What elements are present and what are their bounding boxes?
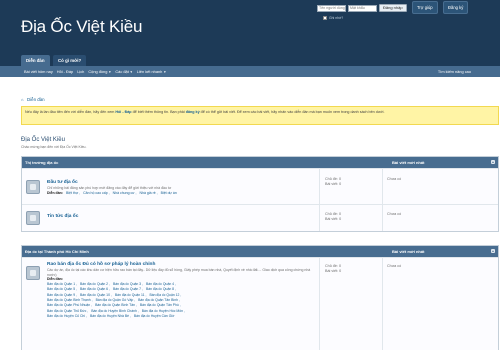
subnav-community[interactable]: Cộng đồng▼ <box>88 66 111 78</box>
site-logo[interactable]: Địa Ốc Việt Kiều <box>21 17 142 37</box>
category-header: Thị trường địa ốc Bài viết mới nhất ▲ <box>22 157 498 168</box>
chevron-down-icon: ▼ <box>163 70 167 74</box>
forum-row: Tin tức địa ốc Chủ đề: 0 Bài viết: 0 Chư… <box>22 204 498 231</box>
forum-row: Đầu tư địa ốc Chỉ những bài đăng sản phù… <box>22 168 498 204</box>
breadcrumb: ⌂ Diễn đàn <box>21 97 45 102</box>
subnav-settings[interactable]: Các đặt▼ <box>115 66 132 78</box>
subforum-link[interactable]: Bán địa ốc Huyện Hóc Môn , <box>142 309 185 313</box>
login-button[interactable]: Đăng nhập <box>379 4 407 12</box>
sub-navigation: Bài viết hôm nay Hỏi - Đáp Lịch Cộng đồn… <box>0 66 500 77</box>
forum-stats: Chủ đề: 0 Bài viết: 0 <box>325 264 342 273</box>
password-field[interactable]: Mật khẩu <box>348 4 377 12</box>
category-block: Địa ốc tại Thành phố Hồ Chí Minh Bài viế… <box>21 245 499 350</box>
chevron-down-icon: ▼ <box>108 70 112 74</box>
subforum-link[interactable]: Bán địa ốc Quận 9 , <box>47 293 77 297</box>
collapse-icon[interactable]: ▲ <box>491 249 495 253</box>
register-link[interactable]: đăng ký <box>186 110 200 114</box>
category-header: Địa ốc tại Thành phố Hồ Chí Minh Bài viế… <box>22 246 498 257</box>
subforum-link[interactable]: Bán địa ốc Quận Thủ Đức , <box>47 309 88 313</box>
register-button[interactable]: Đăng ký <box>443 1 469 14</box>
subnav-todays-posts[interactable]: Bài viết hôm nay <box>24 66 53 78</box>
subforum-link[interactable]: Bán địa ốc Quận 7 , <box>113 287 143 291</box>
breadcrumb-forums[interactable]: Diễn đàn <box>27 97 45 102</box>
username-field[interactable]: Tên người dùng <box>317 4 346 12</box>
forum-home-title[interactable]: Địa Ốc Việt Kiều <box>21 137 65 143</box>
subforum-link[interactable]: Bán địa ốc Quận Bình Thạnh , <box>47 298 93 302</box>
help-button[interactable]: Trợ giúp <box>412 1 438 14</box>
collapse-icon[interactable]: ▲ <box>491 160 495 164</box>
home-icon[interactable]: ⌂ <box>21 97 25 102</box>
subforum-link[interactable]: Biệt thự , <box>66 191 80 195</box>
category-title[interactable]: Địa ốc tại Thành phố Hồ Chí Minh <box>25 249 89 254</box>
lastpost-header: Bài viết mới nhất <box>392 249 425 254</box>
subforum-link[interactable]: Bán địa ốc Quận 2 , <box>80 282 110 286</box>
subforum-link[interactable]: Nhà giá rẻ , <box>140 191 158 195</box>
subforum-list: Diễn đàn: Biệt thự , Căn hộ cao cấp , Nh… <box>47 190 177 195</box>
lastpost-header: Bài viết mới nhất <box>392 160 425 165</box>
welcome-notice: Nếu đây là lần đầu tiên đến với diễn đàn… <box>21 106 499 125</box>
subforum-link[interactable]: Bán địa ốc Huyện Củ Chi , <box>47 314 87 318</box>
subforum-link[interactable]: Bán địa ốc Quận Tân Bình , <box>138 298 180 302</box>
subforum-link[interactable]: Bán địa ốc Quận 10 , <box>80 293 112 297</box>
forum-description: Các dự án, địa ốc tại các khu dân cư hiệ… <box>47 268 311 277</box>
forum-home-subtitle: Chào mừng bạn đến với Địa Ốc Việt Kiều. <box>21 145 87 149</box>
subforum-link[interactable]: Bán địa ốc Huyện Cần Giờ <box>134 314 174 318</box>
subforum-link[interactable]: Nhà chung cư , <box>113 191 137 195</box>
forum-status-icon <box>26 266 40 280</box>
forum-row: Rao bán địa ốc Đủ có hồ sơ pháp lý hoàn … <box>22 257 498 350</box>
subforum-link[interactable]: Bán địa ốc Quận 3 , <box>113 282 143 286</box>
subforum-link[interactable]: Bán địa ốc Quận Tân Phú , <box>140 303 181 307</box>
subforum-link[interactable]: Bán địa ốc Quận 5 , <box>47 287 77 291</box>
chevron-down-icon: ▼ <box>129 70 133 74</box>
subforum-link[interactable]: Bán địa ốc Quận 4 , <box>146 282 176 286</box>
advanced-search-link[interactable]: Tìm kiếm nâng cao <box>438 66 471 77</box>
subforum-link[interactable]: Bán địa ốc Quận 11 , <box>115 293 147 297</box>
subforum-link[interactable]: Bán địa ốc Quận 1 , <box>47 282 77 286</box>
subforum-link[interactable]: Bán địa ốc Quận 8 , <box>146 287 176 291</box>
login-bar: Tên người dùng Mật khẩu Đăng nhập <box>317 3 407 13</box>
category-title[interactable]: Thị trường địa ốc <box>25 160 58 165</box>
forum-title[interactable]: Tin tức địa ốc <box>47 214 347 220</box>
tab-forums[interactable]: Diễn đàn <box>21 55 50 66</box>
subforum-list: Bán địa ốc Quận 1 , Bán địa ốc Quận 2 , Bá… <box>47 282 315 320</box>
forum-lastpost: Chưa có <box>387 212 402 216</box>
tab-whats-new[interactable]: Có gì mới? <box>53 55 87 66</box>
subnav-quick-links[interactable]: Liên kết nhanh▼ <box>137 66 167 78</box>
forum-stats: Chủ đề: 0 Bài viết: 0 <box>325 177 342 186</box>
category-block: Thị trường địa ốc Bài viết mới nhất ▲ Đầ… <box>21 156 499 232</box>
subforum-link[interactable]: Bán địa ốc Quận 6 , <box>80 287 110 291</box>
subnav-calendar[interactable]: Lịch <box>77 66 84 78</box>
forum-lastpost: Chưa có <box>387 177 402 181</box>
subforum-link[interactable]: Căn hộ cao cấp , <box>83 191 109 195</box>
site-header: Địa Ốc Việt Kiều Tên người dùng Mật khẩu… <box>0 0 500 53</box>
forum-stats: Chủ đề: 0 Bài viết: 0 <box>325 212 342 221</box>
subforum-link[interactable]: Bán địa ốc Huyện Nhà Bè , <box>90 314 131 318</box>
forum-status-icon <box>26 211 40 225</box>
forum-lastpost: Chưa có <box>387 264 402 268</box>
nav-tabs: Diễn đàn Có gì mới? <box>0 53 500 118</box>
forum-status-icon <box>26 180 40 194</box>
remember-label: Ghi nhớ? <box>329 16 344 20</box>
subforum-link[interactable]: Bán địa ốc Quận 12 , <box>149 293 181 297</box>
subforum-link[interactable]: Bán địa ốc Quận Phú Nhuận , <box>47 303 92 307</box>
subforum-link[interactable]: Bán địa ốc Quận Bình Tân , <box>95 303 137 307</box>
faq-link[interactable]: Hỏi - Đáp <box>115 110 131 114</box>
subnav-faq[interactable]: Hỏi - Đáp <box>57 66 73 78</box>
remember-checkbox[interactable] <box>323 16 327 20</box>
subforum-link[interactable]: Bán địa ốc Quận Gò Vấp , <box>96 298 136 302</box>
subforum-link[interactable]: Bán địa ốc Huyện Bình Chánh , <box>91 309 139 313</box>
remember-me[interactable]: Ghi nhớ? <box>323 16 343 20</box>
subforum-link[interactable]: Biệt dự án <box>161 191 177 195</box>
